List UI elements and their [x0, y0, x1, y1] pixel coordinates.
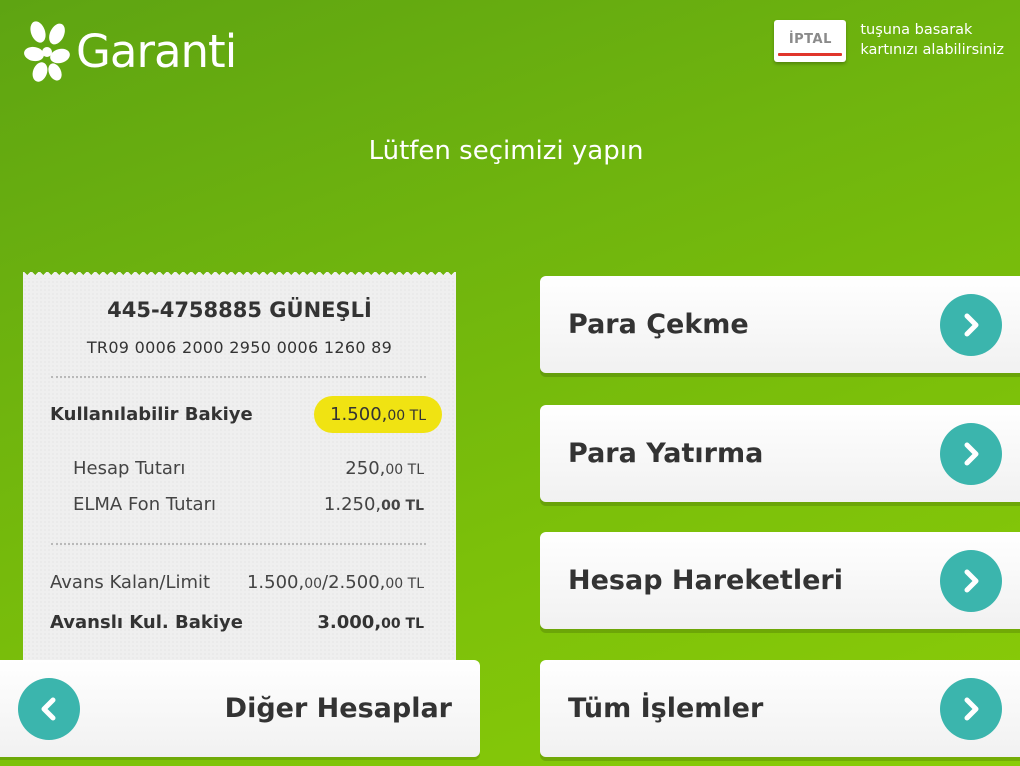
advance-limit-label: Avans Kalan/Limit — [50, 572, 211, 593]
forward-circle — [940, 677, 1002, 740]
advance-balance-value: 3.000,00 TL — [317, 612, 424, 633]
withdraw-button[interactable]: Para Çekme — [540, 276, 1020, 373]
account-title: 445-4758885 GÜNEŞLİ — [107, 298, 372, 322]
available-balance-value: 1.500,00 TL — [314, 396, 442, 433]
available-balance-label: Kullanılabilir Bakiye — [50, 404, 253, 425]
other-accounts-button[interactable]: Diğer Hesaplar — [0, 660, 480, 757]
chevron-right-icon — [964, 697, 979, 720]
account-iban: TR09 0006 2000 2950 0006 1260 89 — [86, 338, 393, 357]
fund-amount-row: ELMA Fon Tutarı 1.250,00 TL — [73, 494, 424, 515]
page-prompt: Lütfen seçimizi yapın — [368, 136, 644, 166]
account-amount-row: Hesap Tutarı 250,00 TL — [73, 458, 424, 479]
cancel-hint-line1: tuşuna basarak — [860, 22, 973, 38]
available-balance-row: Kullanılabilir Bakiye 1.500,00 TL — [50, 396, 442, 433]
forward-circle — [940, 549, 1002, 612]
account-amount-label: Hesap Tutarı — [73, 458, 186, 479]
all-transactions-button[interactable]: Tüm İşlemler — [540, 660, 1020, 757]
back-circle — [18, 677, 80, 740]
account-activity-label: Hesap Hareketleri — [568, 565, 843, 596]
chevron-right-icon — [964, 569, 979, 592]
fund-amount-value: 1.250,00 TL — [323, 494, 424, 515]
all-transactions-label: Tüm İşlemler — [568, 693, 764, 724]
divider — [51, 543, 426, 545]
chevron-left-icon — [41, 697, 56, 720]
advance-balance-row: Avanslı Kul. Bakiye 3.000,00 TL — [50, 612, 424, 633]
receipt-torn-edge — [23, 272, 456, 278]
advance-balance-label: Avanslı Kul. Bakiye — [50, 612, 243, 633]
advance-limit-row: Avans Kalan/Limit 1.500,00/2.500,00 TL — [50, 572, 424, 593]
fund-amount-label: ELMA Fon Tutarı — [73, 494, 216, 515]
deposit-label: Para Yatırma — [568, 438, 764, 469]
account-activity-button[interactable]: Hesap Hareketleri — [540, 532, 1020, 629]
garanti-logo: Garanti — [24, 20, 237, 82]
divider — [51, 376, 426, 378]
forward-circle — [940, 293, 1002, 356]
brand-name: Garanti — [76, 24, 237, 78]
cancel-hint-line2: kartınızı alabilirsiniz — [860, 42, 1004, 58]
account-receipt: 445-4758885 GÜNEŞLİ TR09 0006 2000 2950 … — [23, 272, 456, 676]
other-accounts-label: Diğer Hesaplar — [224, 693, 452, 724]
chevron-right-icon — [964, 313, 979, 336]
iptal-button[interactable]: İPTAL — [774, 20, 847, 62]
deposit-button[interactable]: Para Yatırma — [540, 405, 1020, 502]
withdraw-label: Para Çekme — [568, 309, 749, 340]
iptal-button-label: İPTAL — [788, 31, 832, 47]
iptal-red-bar — [778, 53, 843, 56]
forward-circle — [940, 422, 1002, 485]
account-amount-value: 250,00 TL — [345, 458, 424, 479]
cancel-area: İPTAL tuşuna basarak kartınızı alabilirs… — [774, 20, 1004, 62]
chevron-right-icon — [964, 442, 979, 465]
cancel-hint: tuşuna basarak kartınızı alabilirsiniz — [860, 20, 1004, 60]
clover-logo-icon — [24, 21, 70, 82]
advance-limit-value: 1.500,00/2.500,00 TL — [246, 572, 424, 593]
